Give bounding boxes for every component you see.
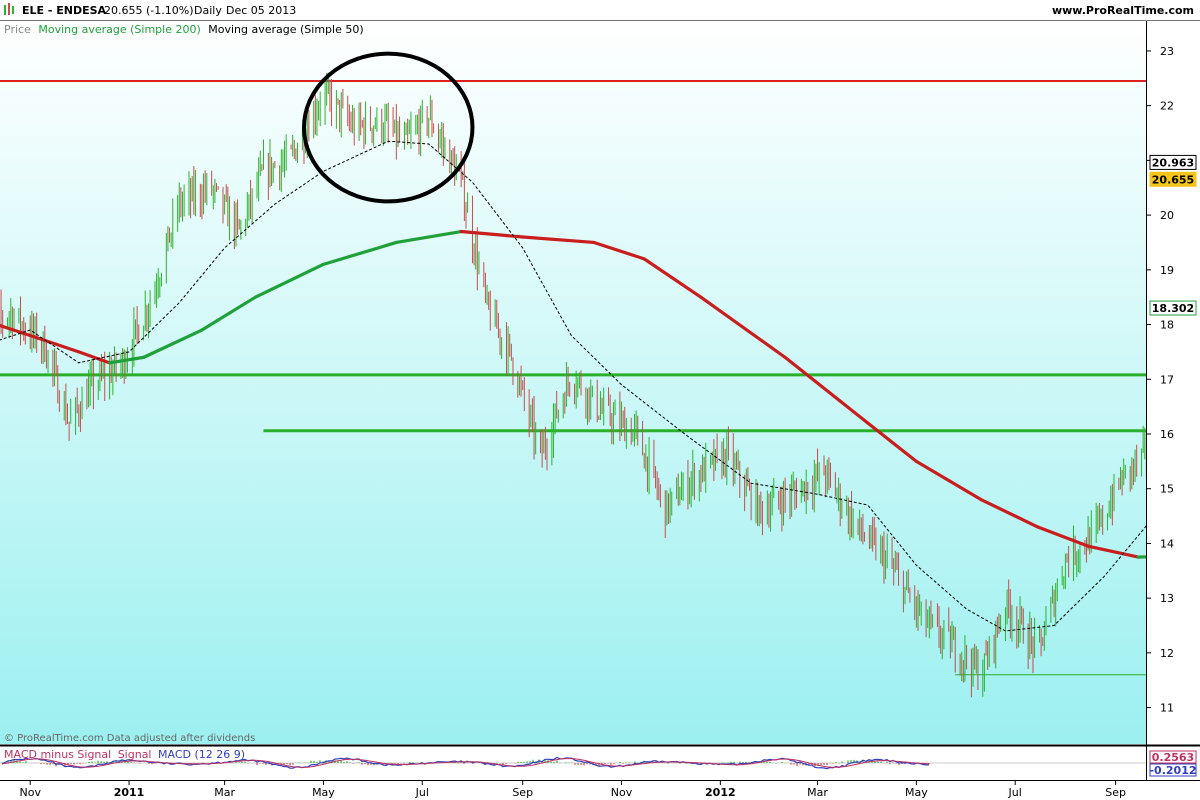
stock-chart[interactable]: ELE - ENDESA 20.655 (-1.10%) Daily Dec 0…: [0, 0, 1200, 800]
macd-tags: 0.2563-0.2012: [1149, 750, 1197, 777]
y-tick-label-14: 14: [1160, 537, 1174, 550]
y-tick-label-18: 18: [1160, 319, 1174, 332]
y-tick-label-17: 17: [1160, 373, 1174, 386]
x-tick-label-5: Sep: [512, 786, 533, 799]
price-tag-label-1: 20.655: [1152, 173, 1194, 186]
macd-legend-signal: Signal: [118, 748, 152, 761]
x-tick-label-7: 2012: [705, 786, 736, 799]
y-tick-label-15: 15: [1160, 483, 1174, 496]
y-tick-label-12: 12: [1160, 647, 1174, 660]
legend-price: Price: [4, 23, 31, 36]
legend-ma200: Moving average (Simple 200): [38, 23, 200, 36]
x-tick-label-0: Nov: [19, 786, 41, 799]
y-tick-label-13: 13: [1160, 592, 1174, 605]
y-tick-label-19: 19: [1160, 264, 1174, 277]
main-panel[interactable]: [0, 21, 1146, 744]
macd-legend: MACD minus Signal Signal MACD (12 26 9): [4, 748, 245, 761]
legend-ma50: Moving average (Simple 50): [208, 23, 363, 36]
y-tick-label-16: 16: [1160, 428, 1174, 441]
y-axis-panel[interactable]: [1146, 21, 1200, 780]
y-tick-label-23: 23: [1160, 45, 1174, 58]
y-tick-label-20: 20: [1160, 209, 1174, 222]
price-tag-label-2: 18.302: [1152, 302, 1194, 315]
macd-tag-label-1: -0.2012: [1149, 764, 1196, 777]
source-note: © ProRealTime.com Data adjusted after di…: [4, 733, 255, 744]
y-tick-label-11: 11: [1160, 702, 1174, 715]
x-tick-label-10: Jul: [1008, 786, 1022, 799]
quote-label: 20.655 (-1.10%): [104, 4, 193, 17]
x-tick-label-11: Sep: [1105, 786, 1126, 799]
date-label: Dec 05 2013: [226, 4, 296, 17]
price-tag-label-0: 20.963: [1152, 156, 1194, 169]
x-tick-label-3: May: [312, 786, 335, 799]
period-label: Daily: [194, 4, 222, 17]
x-tick-label-2: Mar: [214, 786, 235, 799]
x-tick-label-6: Nov: [611, 786, 633, 799]
brand-label[interactable]: www.ProRealTime.com: [1052, 4, 1194, 17]
x-tick-label-1: 2011: [114, 786, 145, 799]
macd-legend-macd: MACD (12 26 9): [158, 748, 245, 761]
legend: Price Moving average (Simple 200) Moving…: [4, 23, 364, 36]
macd-tag-label-0: 0.2563: [1152, 751, 1194, 764]
x-tick-label-4: Jul: [415, 786, 429, 799]
symbol-label: ELE - ENDESA: [22, 4, 107, 17]
macd-legend-hist: MACD minus Signal: [4, 748, 111, 761]
x-tick-label-9: May: [905, 786, 928, 799]
x-tick-label-8: Mar: [807, 786, 828, 799]
y-tick-label-22: 22: [1160, 100, 1174, 113]
